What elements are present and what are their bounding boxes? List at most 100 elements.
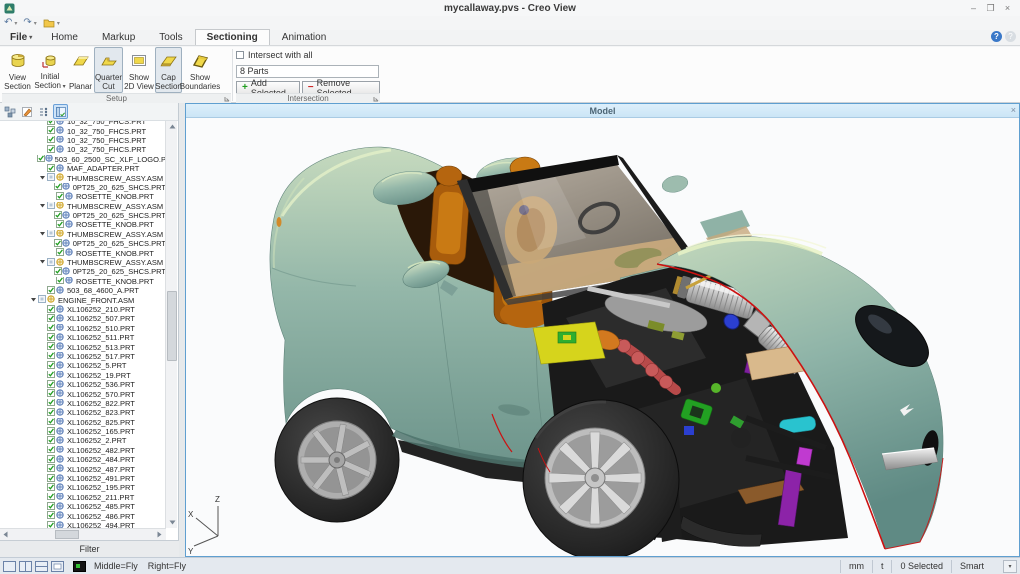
tree-item-rosette_knob.prt[interactable]: ROSETTE_KNOB.PRT [0,277,166,286]
fly-mode-icon[interactable] [73,561,86,572]
visibility-checkbox[interactable] [47,436,56,445]
tab-home[interactable]: Home [39,29,90,45]
tree-item-xl106252_210.prt[interactable]: XL106252_210.PRT [0,305,166,314]
setup-dialog-launcher-icon[interactable] [224,96,230,102]
list-view-icon[interactable] [36,104,51,119]
view-section-button[interactable]: ViewSection [2,47,33,93]
tree-item-10_32_750_fhcs.prt[interactable]: 10_32_750_FHCS.PRT [0,145,166,154]
tree-item-0pt25_20_625_shcs.prt[interactable]: 0PT25_20_625_SHCS.PRT [0,211,166,220]
visibility-checkbox[interactable] [54,239,63,248]
annotations-view-icon[interactable] [19,104,34,119]
minimize-icon[interactable]: – [965,0,982,16]
layout-quad-icon[interactable] [51,561,64,572]
qat-customize-icon[interactable]: ▾ [57,20,60,27]
tree-item-503_68_4600_a.prt[interactable]: 503_68_4600_A.PRT [0,286,166,295]
tree-item-xl106252_165.prt[interactable]: XL106252_165.PRT [0,427,166,436]
show-boundaries-button[interactable]: ShowBoundaries [182,47,218,93]
undo-dropdown-icon[interactable]: ▾ [14,20,17,27]
scroll-right-icon[interactable] [154,529,165,540]
tree-item-xl106252_517.prt[interactable]: XL106252_517.PRT [0,352,166,361]
viewport-header[interactable]: Model × [186,104,1019,118]
tree-item-xl106252_494.prt[interactable]: XL106252_494.PRT [0,521,166,528]
visibility-checkbox[interactable] [47,418,56,427]
tree-horizontal-scrollbar[interactable] [0,528,166,540]
visibility-checkbox[interactable] [47,126,56,135]
visibility-checkbox-partial[interactable] [47,258,56,267]
scroll-left-icon[interactable] [0,529,11,540]
restore-icon[interactable]: ❐ [982,0,999,16]
initial-section-button[interactable]: InitialSection ▾ [33,47,67,93]
tree-item-xl106252_510.prt[interactable]: XL106252_510.PRT [0,324,166,333]
visibility-checkbox[interactable] [47,408,56,417]
visibility-checkbox[interactable] [47,389,56,398]
tree-item-xl106252_491.prt[interactable]: XL106252_491.PRT [0,474,166,483]
structure-view-icon[interactable] [2,104,17,119]
visibility-checkbox[interactable] [54,267,63,276]
visibility-checkbox[interactable] [47,511,56,520]
tree-item-xl106252_486.prt[interactable]: XL106252_486.PRT [0,511,166,520]
file-menu-button[interactable]: File▾ [3,30,39,45]
checkbox-box[interactable] [236,51,244,59]
help-icon[interactable]: ? [991,31,1002,42]
visibility-checkbox[interactable] [47,136,56,145]
visibility-checkbox[interactable] [47,286,56,295]
tree-item-xl106252_487.prt[interactable]: XL106252_487.PRT [0,464,166,473]
visibility-checkbox-partial[interactable] [47,230,56,239]
visibility-checkbox[interactable] [54,211,63,220]
visibility-checkbox-partial[interactable] [38,295,47,304]
tree-vertical-scrollbar[interactable] [165,121,177,528]
tree-item-10_32_750_fhcs.prt[interactable]: 10_32_750_FHCS.PRT [0,126,166,135]
tree-item-engine_front.asm[interactable]: ENGINE_FRONT.ASM [0,295,166,304]
visibility-checkbox-partial[interactable] [47,173,56,182]
tree-item-xl106252_825.prt[interactable]: XL106252_825.PRT [0,418,166,427]
visibility-checkbox[interactable] [47,305,56,314]
tree-item-thumbscrew_assy.asm[interactable]: THUMBSCREW_ASSY.ASM [0,230,166,239]
visibility-checkbox[interactable] [47,521,56,528]
tree-item-xl106252_823.prt[interactable]: XL106252_823.PRT [0,408,166,417]
tree-item-xl106252_485.prt[interactable]: XL106252_485.PRT [0,502,166,511]
model-tree-view-icon[interactable] [53,104,68,119]
mass-units-indicator[interactable]: t [872,560,892,573]
visibility-checkbox[interactable] [54,183,63,192]
visibility-checkbox[interactable] [47,371,56,380]
car-3d-model[interactable]: Z X Y [186,118,1019,556]
visibility-checkbox[interactable] [56,248,65,257]
tree-item-thumbscrew_assy.asm[interactable]: THUMBSCREW_ASSY.ASM [0,258,166,267]
expander-icon[interactable] [39,258,47,267]
parts-count-field[interactable] [236,65,379,78]
selection-mode[interactable]: Smart [951,560,1003,573]
tree-item-rosette_knob.prt[interactable]: ROSETTE_KNOB.PRT [0,220,166,229]
visibility-checkbox[interactable] [47,324,56,333]
undo-icon[interactable]: ↶ [4,17,12,29]
tree-item-0pt25_20_625_shcs.prt[interactable]: 0PT25_20_625_SHCS.PRT [0,183,166,192]
tree-item-0pt25_20_625_shcs.prt[interactable]: 0PT25_20_625_SHCS.PRT [0,267,166,276]
visibility-checkbox[interactable] [56,220,65,229]
visibility-checkbox-partial[interactable] [47,202,56,211]
tree-item-xl106252_195.prt[interactable]: XL106252_195.PRT [0,483,166,492]
intersect-with-all-checkbox[interactable]: Intersect with all [236,49,380,61]
tree-item-xl106252_822.prt[interactable]: XL106252_822.PRT [0,399,166,408]
tree-item-10_32_750_fhcs.prt[interactable]: 10_32_750_FHCS.PRT [0,136,166,145]
expander-icon[interactable] [39,174,47,183]
tree-item-xl106252_5.prt[interactable]: XL106252_5.PRT [0,361,166,370]
visibility-checkbox[interactable] [47,342,56,351]
visibility-checkbox[interactable] [47,380,56,389]
visibility-checkbox[interactable] [47,427,56,436]
selection-mode-dropdown-icon[interactable]: ▾ [1003,560,1017,573]
hscroll-thumb[interactable] [55,530,79,539]
visibility-checkbox[interactable] [47,483,56,492]
tree-item-thumbscrew_assy.asm[interactable]: THUMBSCREW_ASSY.ASM [0,173,166,182]
visibility-checkbox[interactable] [37,155,45,164]
layout-vertical-split-icon[interactable] [19,561,32,572]
intersection-dialog-launcher-icon[interactable] [373,96,379,102]
visibility-checkbox[interactable] [47,145,56,154]
tree-item-thumbscrew_assy.asm[interactable]: THUMBSCREW_ASSY.ASM [0,202,166,211]
tree-item-maf_adapter.prt[interactable]: MAF_ADAPTER.PRT [0,164,166,173]
tab-animation[interactable]: Animation [270,29,338,45]
model-tree[interactable]: 10_32_750_FHCS.PRT10_32_750_FHCS.PRT10_3… [0,121,166,528]
layout-horizontal-split-icon[interactable] [35,561,48,572]
tree-item-xl106252_19.prt[interactable]: XL106252_19.PRT [0,371,166,380]
visibility-checkbox[interactable] [47,455,56,464]
3d-canvas[interactable]: Z X Y [186,118,1019,556]
expander-icon[interactable] [30,296,38,305]
